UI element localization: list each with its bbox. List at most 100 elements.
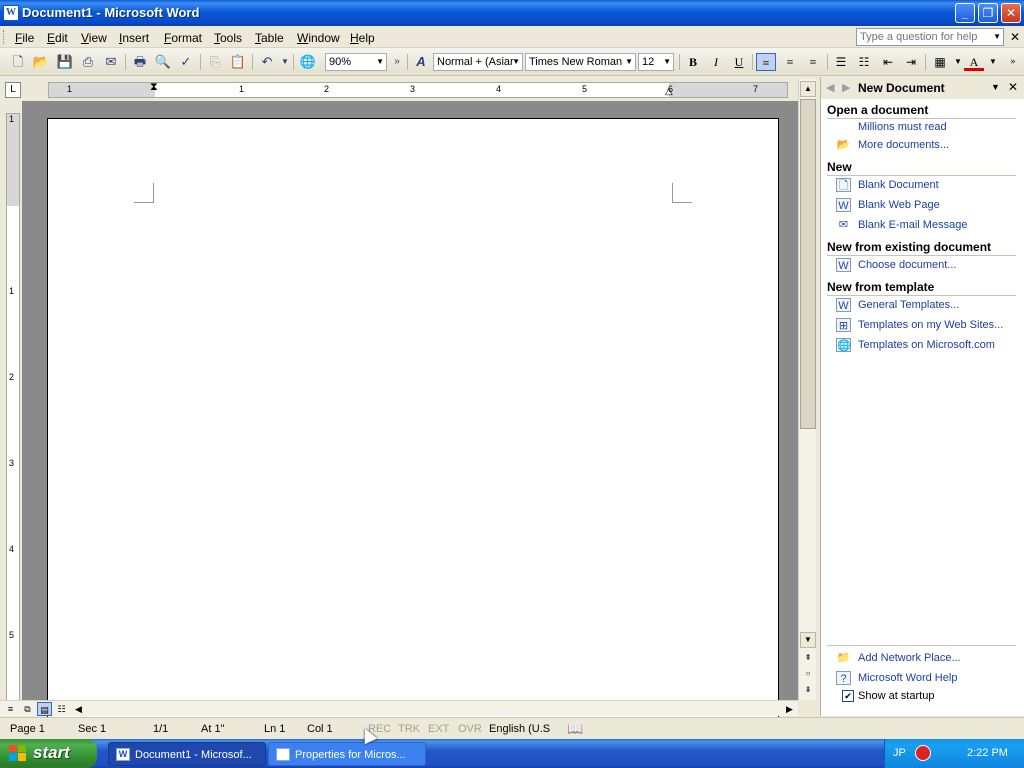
restore-button[interactable]: ❐ [978,3,998,23]
document-page[interactable] [47,118,779,718]
indent-marker-icon[interactable]: ⧗ [150,81,158,94]
blank-web-page-link[interactable]: Blank Web Page [858,199,940,211]
increase-indent-icon[interactable]: ⇥ [901,53,921,71]
chevron-down-icon[interactable]: ▼ [993,32,1001,41]
spelling-status-icon[interactable]: 📖 [567,721,583,737]
print-icon[interactable]: 🖶 [130,53,150,71]
word-help-link[interactable]: Microsoft Word Help [858,672,957,684]
more-documents-link[interactable]: More documents... [858,139,949,151]
clock[interactable]: 2:22 PM [967,747,1008,759]
menu-format[interactable]: Format [164,31,202,45]
chevron-down-icon[interactable]: ▼ [512,54,520,70]
scroll-down-icon[interactable]: ▼ [800,632,816,648]
close-icon[interactable]: ✕ [1008,80,1018,94]
horizontal-ruler[interactable]: 1 1 2 3 4 5 6 7 ⧗ △ [48,81,788,98]
align-right-icon[interactable]: ≡ [803,53,823,71]
toolbar-options-icon[interactable]: » [1003,53,1023,71]
print-preview-icon[interactable]: 🔍 [153,53,173,71]
save-icon[interactable]: 💾 [55,53,75,71]
font-size-select[interactable]: 12 ▼ [638,53,674,71]
undo-icon[interactable]: ↶ [257,53,277,71]
menu-window[interactable]: Window [297,31,340,45]
help-question-input[interactable] [857,29,985,45]
align-center-icon[interactable]: ≡ [780,53,800,71]
help-question-box[interactable]: ▼ [856,28,1004,46]
scroll-left-icon[interactable]: ◀ [71,702,86,716]
security-alert-icon[interactable] [915,745,931,761]
email-icon[interactable]: ✉ [101,53,121,71]
show-at-startup-checkbox[interactable]: ✔ [842,690,854,702]
menu-table[interactable]: Table [255,31,284,45]
choose-document-link[interactable]: Choose document... [858,259,956,271]
general-templates-link[interactable]: General Templates... [858,299,959,311]
close-button[interactable]: ✕ [1001,3,1021,23]
chevron-down-icon[interactable]: ▼ [625,54,633,70]
language-indicator[interactable]: JP [893,747,906,759]
blank-document-link[interactable]: Blank Document [858,179,939,191]
taskbar-properties[interactable]: Properties for Micros... [268,742,426,766]
tab-stop-selector[interactable]: L [5,82,21,98]
menu-edit[interactable]: Edit [47,31,68,45]
blank-email-link[interactable]: Blank E-mail Message [858,219,967,231]
menu-insert[interactable]: Insert [119,31,149,45]
vertical-ruler[interactable]: 1 1 2 3 4 5 [6,113,20,701]
new-document-icon[interactable]: 🗋 [8,53,28,71]
numbering-icon[interactable]: ☰ [831,53,851,71]
next-page-icon[interactable]: ⇟ [800,683,816,699]
font-select[interactable]: Times New Roman ▼ [525,53,636,71]
align-left-icon[interactable]: ≡ [756,53,776,71]
underline-button[interactable]: U [729,53,749,71]
menu-tools[interactable]: Tools [214,31,242,45]
minimize-button[interactable]: _ [955,3,975,23]
taskbar-word-document[interactable]: W Document1 - Microsof... [108,742,266,766]
back-arrow-icon[interactable]: ◀ [826,81,834,94]
recent-doc-link[interactable]: Millions must read [858,121,947,133]
word-doc-icon[interactable]: W [3,5,19,21]
font-color-icon[interactable]: A [964,53,984,71]
styles-icon[interactable]: A [411,53,431,71]
undo-dropdown-icon[interactable]: ▼ [275,53,295,71]
decrease-indent-icon[interactable]: ⇤ [878,53,898,71]
menu-view[interactable]: View [81,31,107,45]
forward-arrow-icon[interactable]: ▶ [842,81,850,94]
normal-view-icon[interactable]: ≡ [3,702,18,716]
borders-icon[interactable]: ▦ [930,53,950,71]
right-indent-marker-icon[interactable]: △ [665,86,673,97]
scroll-right-icon[interactable]: ▶ [782,702,797,716]
open-folder-icon[interactable]: 📂 [31,53,51,71]
scroll-thumb[interactable] [800,99,816,429]
copy-icon[interactable]: ⎘ [205,53,225,71]
start-button[interactable]: start [0,739,97,768]
web-globe-icon[interactable]: 🌐 [298,53,318,71]
print-layout-view-icon[interactable]: ▤ [37,702,52,716]
bullets-icon[interactable]: ☷ [854,53,874,71]
vertical-scrollbar[interactable]: ▲ ▼ ⇞ ○ ⇟ [798,79,816,700]
previous-page-icon[interactable]: ⇞ [800,651,816,667]
toolbar-options-icon[interactable]: » [387,53,407,71]
toolbar-grip[interactable] [3,30,6,44]
chevron-down-icon[interactable]: ▼ [376,54,384,70]
chevron-down-icon[interactable]: ▼ [663,54,671,70]
status-trk[interactable]: TRK [398,723,420,735]
microsoft-templates-link[interactable]: Templates on Microsoft.com [858,339,995,351]
select-browse-object-icon[interactable]: ○ [800,667,816,683]
status-ovr[interactable]: OVR [458,723,482,735]
menu-file[interactable]: File [15,31,34,45]
web-site-templates-link[interactable]: Templates on my Web Sites... [858,319,1003,331]
permission-icon[interactable]: ⎙ [78,53,98,71]
outline-view-icon[interactable]: ☷ [54,702,69,716]
menu-help[interactable]: Help [350,31,375,45]
chevron-down-icon[interactable]: ▼ [991,82,1000,92]
italic-button[interactable]: I [706,53,726,71]
horizontal-scrollbar[interactable]: ≡ ⧉ ▤ ☷ ◀ ▶ [0,700,798,716]
style-select[interactable]: Normal + (Asiar ▼ [433,53,523,71]
spelling-icon[interactable]: ✓ [176,53,196,71]
chevron-down-icon[interactable]: ▼ [983,53,1003,71]
add-network-place-link[interactable]: Add Network Place... [858,652,961,664]
bold-button[interactable]: B [683,53,703,71]
status-ext[interactable]: EXT [428,723,449,735]
paste-icon[interactable]: 📋 [228,53,248,71]
zoom-select[interactable]: 90% ▼ [325,53,387,71]
web-layout-view-icon[interactable]: ⧉ [20,702,35,716]
close-document-icon[interactable]: ✕ [1010,30,1020,44]
